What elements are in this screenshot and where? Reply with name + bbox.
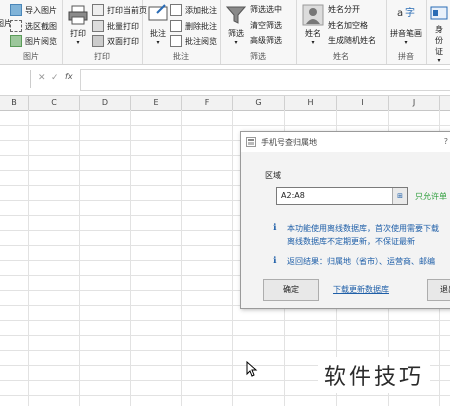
gridline [0, 335, 450, 336]
cancel-icon[interactable]: ✕ [38, 73, 46, 83]
range-input[interactable]: A2:A8 ⊞ [276, 187, 408, 205]
pinyin-stroke-button[interactable]: a 字 拼音笔画 ▾ [388, 4, 424, 46]
name-button[interactable]: 姓名 ▾ [300, 4, 326, 46]
phone-location-dialog: 手机号查归属地 ? 区域 A2:A8 ⊞ 只允许单 ℹ 本功能使用离线数据库，首… [240, 131, 450, 309]
gridline [0, 350, 450, 351]
info-icon: ℹ [273, 256, 277, 266]
delete-comment-button[interactable]: 删除批注 [170, 20, 217, 32]
dialog-titlebar[interactable]: 手机号查归属地 ? [241, 132, 450, 152]
range-value: A2:A8 [281, 191, 305, 200]
chevron-down-icon: ▾ [156, 39, 160, 46]
dialog-title: 手机号查归属地 [261, 138, 317, 147]
column-header[interactable]: E [131, 96, 182, 111]
import-picture-button[interactable]: 导入图片 [10, 4, 57, 16]
picture-browse-button[interactable]: 图片阅览 [10, 35, 57, 47]
chevron-down-icon: ▾ [76, 39, 80, 46]
mouse-cursor [246, 361, 258, 377]
column-header[interactable]: D [80, 96, 131, 111]
name-add-space-button[interactable]: 姓名加空格 [328, 20, 368, 31]
duplex-print-button[interactable]: 双面打印 [92, 35, 139, 47]
print-page-icon [92, 4, 104, 16]
ribbon-group-pinyin: a 字 拼音笔画 ▾ 拼音 [386, 0, 427, 64]
add-comment-icon [170, 4, 182, 16]
chevron-down-icon: ▾ [311, 39, 315, 46]
screenshot-icon [10, 20, 22, 32]
add-comment-button[interactable]: 添加批注 [170, 4, 217, 16]
ribbon-group-name: 姓名 ▾ 姓名分开 姓名加空格 生成随机姓名 姓名 [296, 0, 387, 64]
pinyin-icon: a 字 [397, 6, 415, 19]
group-label-pinyin: 拼音 [398, 52, 414, 61]
id-card-button[interactable]: 身份证 ▾ [428, 4, 450, 64]
column-header[interactable]: H [285, 96, 337, 111]
group-label-comment: 批注 [173, 52, 189, 61]
formula-input[interactable] [80, 69, 450, 91]
chevron-down-icon: ▾ [234, 39, 238, 46]
random-name-button[interactable]: 生成随机姓名 [328, 35, 376, 46]
advanced-filter-button[interactable]: 高级筛选 [250, 35, 282, 46]
print-button[interactable]: 打印 ▾ [64, 4, 92, 46]
print-current-page-button[interactable]: 打印当前页 [92, 4, 147, 16]
ribbon-group-idcard: 身份证 ▾ [426, 0, 450, 64]
group-label-print: 打印 [94, 52, 110, 61]
delete-comment-icon [170, 20, 182, 32]
comment-button[interactable]: 批注 ▾ [146, 4, 170, 46]
formula-bar: ✕ ✓ fx [0, 65, 450, 96]
printer-icon [68, 5, 88, 25]
info-text-line1: 本功能使用离线数据库，首次使用需要下载 [287, 224, 439, 233]
comment-icon [148, 4, 168, 21]
watermark: 软件技巧 [318, 357, 431, 393]
info-text-line2: 离线数据库不定期更新，不保证最新 [287, 237, 415, 246]
filter-button[interactable]: 筛选 ▾ [224, 4, 248, 46]
column-header[interactable]: J [389, 96, 440, 111]
column-header[interactable]: F [182, 96, 233, 111]
chevron-down-icon: ▾ [437, 57, 441, 64]
ribbon: 图片 导入图片 选区截图 图片阅览 图片 打印 ▾ 打印当前页 [0, 0, 450, 65]
gridline [0, 320, 450, 321]
gridline [0, 125, 450, 126]
duplex-print-icon [92, 35, 104, 47]
group-label-filter: 筛选 [250, 52, 266, 61]
ribbon-group-comment: 批注 ▾ 添加批注 删除批注 批注阅览 批注 [142, 0, 221, 64]
section-label: 区域 [265, 171, 281, 180]
filter-selected-button[interactable]: 筛选选中 [250, 4, 282, 15]
ribbon-group-print: 打印 ▾ 打印当前页 批量打印 双面打印 打印 [62, 0, 147, 64]
image-icon [10, 4, 22, 16]
browse-comment-button[interactable]: 批注阅览 [170, 35, 217, 47]
batch-print-button[interactable]: 批量打印 [92, 20, 139, 32]
batch-print-icon [92, 20, 104, 32]
person-icon [302, 4, 324, 26]
column-header[interactable] [440, 96, 450, 111]
browse-comment-icon [170, 35, 182, 47]
info-icon: ℹ [273, 223, 277, 233]
range-picker-icon[interactable]: ⊞ [392, 188, 407, 204]
ribbon-group-picture: 图片 导入图片 选区截图 图片阅览 图片 [0, 0, 63, 64]
function-icon[interactable]: fx [65, 72, 73, 81]
chevron-down-icon: ▾ [404, 39, 408, 46]
gallery-icon [10, 35, 22, 47]
ok-button[interactable]: 确定 [263, 279, 319, 301]
selection-screenshot-button[interactable]: 选区截图 [10, 20, 57, 32]
svg-text:字: 字 [405, 6, 415, 19]
ribbon-group-filter: 筛选 ▾ 筛选选中 清空筛选 高级筛选 筛选 [220, 0, 297, 64]
name-box[interactable] [0, 70, 31, 88]
gridline [0, 395, 450, 396]
return-result-text: 返回结果：归属地（省市）、运营商、邮编 [287, 257, 435, 266]
download-update-link[interactable]: 下载更新数据库 [333, 284, 389, 295]
split-name-button[interactable]: 姓名分开 [328, 4, 360, 15]
exit-button[interactable]: 退出 [427, 279, 450, 301]
column-header[interactable]: G [233, 96, 285, 111]
app-icon [246, 137, 256, 147]
column-header[interactable]: C [29, 96, 80, 111]
column-header[interactable]: B [0, 96, 29, 111]
svg-text:a: a [397, 8, 403, 19]
column-header[interactable]: I [337, 96, 389, 111]
group-label-picture: 图片 [23, 52, 39, 61]
group-label-name: 姓名 [333, 52, 349, 61]
funnel-icon [225, 6, 247, 24]
help-icon[interactable]: ? [444, 137, 448, 146]
clear-filter-button[interactable]: 清空筛选 [250, 20, 282, 31]
id-card-icon [430, 6, 448, 20]
confirm-icon[interactable]: ✓ [51, 73, 59, 83]
range-hint: 只允许单 [415, 192, 447, 201]
